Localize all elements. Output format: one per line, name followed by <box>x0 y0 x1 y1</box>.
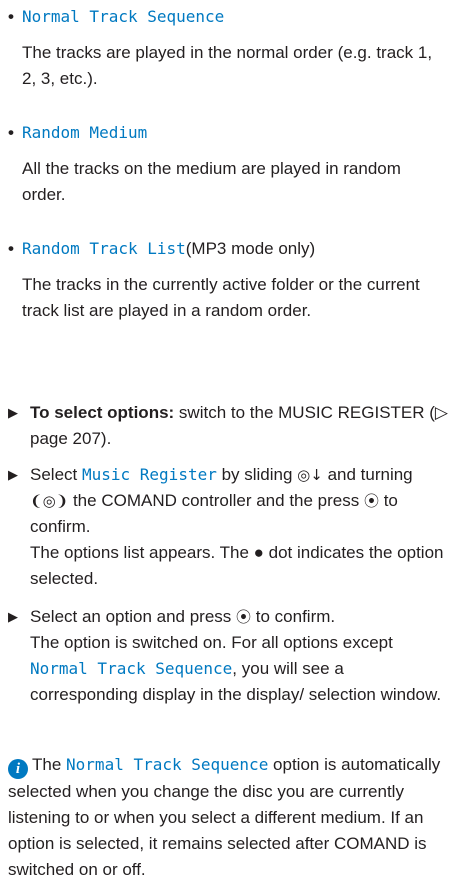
manual-page: • Normal Track Sequence The tracks are p… <box>0 0 458 888</box>
step-arrow-icon: ▶ <box>8 467 18 482</box>
step-arrow-icon: ▶ <box>8 609 18 624</box>
option-normal-track-sequence: • Normal Track Sequence The tracks are p… <box>8 4 448 92</box>
step-result: The option is switched on. For all optio… <box>30 633 393 652</box>
option-name: Normal Track Sequence <box>22 7 225 26</box>
normal-track-sequence-code: Normal Track Sequence <box>66 755 269 774</box>
option-description: The tracks are played in the normal orde… <box>22 43 433 88</box>
option-description: The tracks in the currently active folde… <box>22 275 420 320</box>
step-text: by sliding <box>216 465 298 484</box>
controller-turn-icon: ❨◎❩ <box>30 492 69 510</box>
info-note: i The Normal Track Sequence option is aut… <box>8 752 450 883</box>
controller-slide-down-icon: ◎↓ <box>297 466 323 484</box>
option-suffix: (MP3 mode only) <box>185 239 316 258</box>
step-bold-lead: To select options: <box>30 403 175 422</box>
option-name: Random Medium <box>22 123 148 142</box>
step-text: Select <box>30 465 82 484</box>
info-icon: i <box>8 759 28 779</box>
step-select-option: ▶ Select an option and press ⦿ to confir… <box>8 604 448 708</box>
bullet-dot-icon: • <box>8 7 14 26</box>
step-text: to confirm. <box>251 607 336 626</box>
step-result: The options list appears. The ● dot indi… <box>30 543 444 588</box>
option-name: Random Track List <box>22 239 186 258</box>
normal-track-sequence-code: Normal Track Sequence <box>30 659 233 678</box>
step-select-options: ▶ To select options: switch to the MUSIC… <box>8 400 448 452</box>
step-text: Select an option and press <box>30 607 237 626</box>
option-random-track-list: • Random Track List (MP3 mode only) The … <box>8 236 448 324</box>
bullet-dot-icon: • <box>8 123 14 142</box>
controller-press-icon: ⦿ <box>363 492 379 510</box>
step-arrow-icon: ▶ <box>8 405 18 420</box>
controller-press-icon: ⦿ <box>236 608 252 626</box>
option-random-medium: • Random Medium All the tracks on the me… <box>8 120 448 208</box>
note-text: The <box>32 755 67 774</box>
option-description: All the tracks on the medium are played … <box>22 159 401 204</box>
step-select-music-register: ▶ Select Music Register by sliding ◎↓ an… <box>8 462 448 592</box>
step-text: and turning <box>322 465 413 484</box>
bullet-dot-icon: • <box>8 239 14 258</box>
step-text: the COMAND controller and the press <box>68 491 364 510</box>
music-register-code: Music Register <box>81 465 217 484</box>
